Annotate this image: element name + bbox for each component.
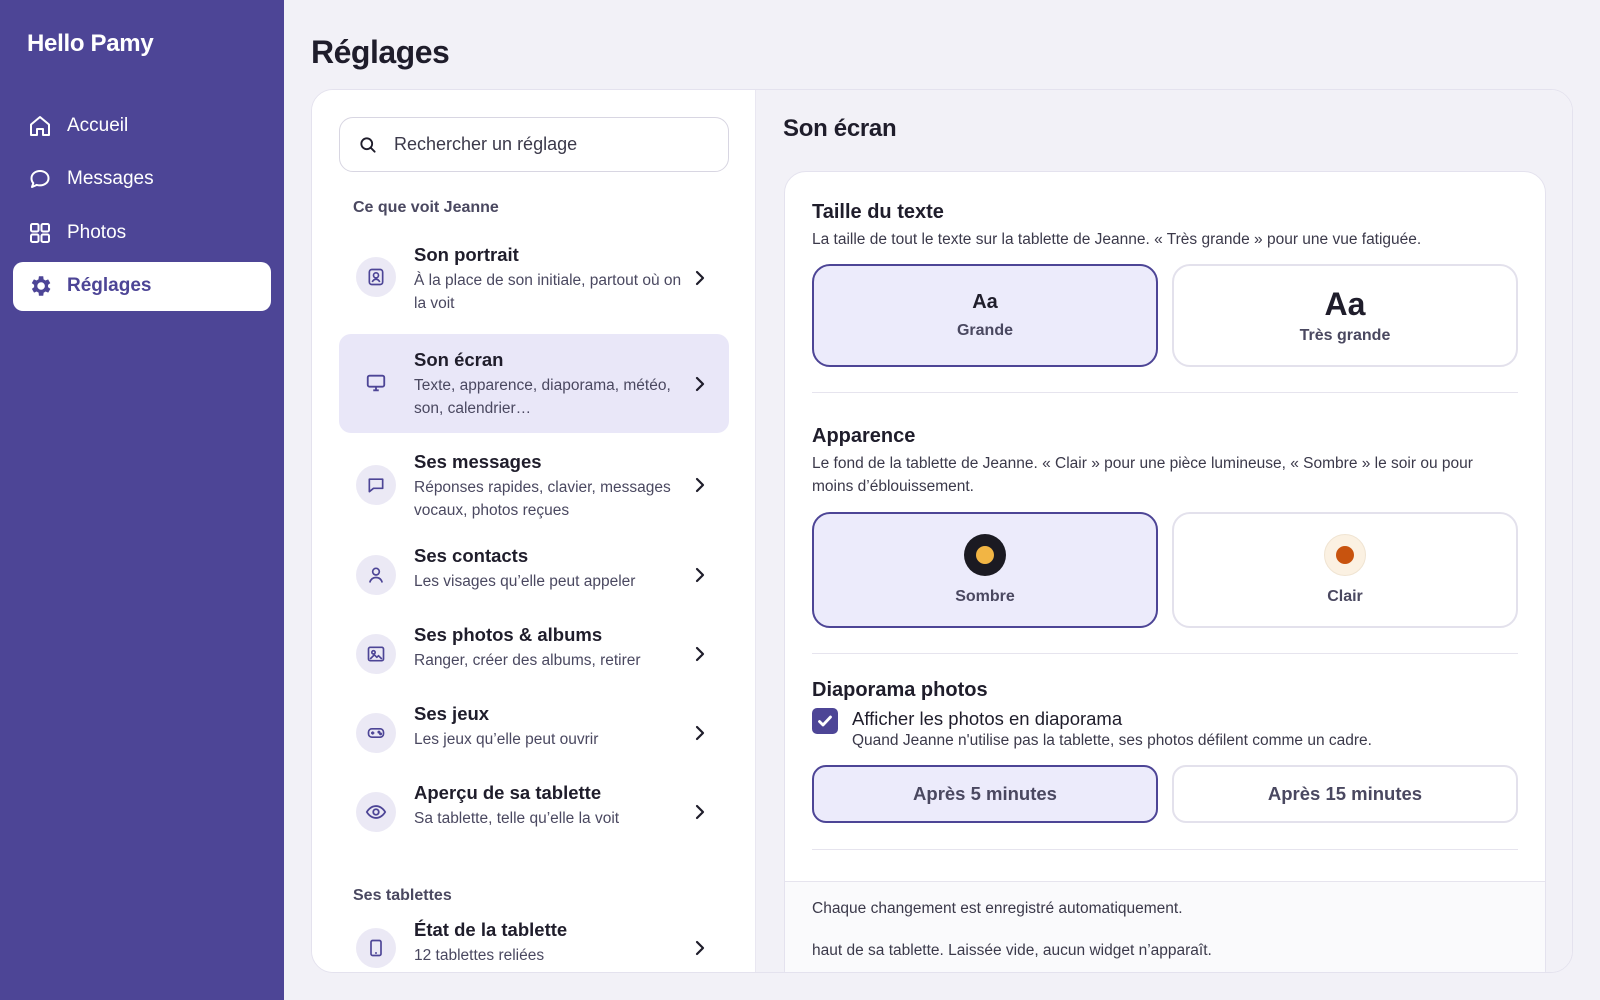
text-sample: Aa [1324,286,1366,322]
search-icon [358,135,378,155]
settings-panel: Ce que voit Jeanne Son portrait À la pla… [311,89,1573,973]
menu-item-title: État de la tablette [414,919,568,940]
sidebar-item-label: Réglages [67,275,152,296]
menu-item-desc: Sa tablette, telle qu’elle la voit [414,810,620,827]
text-size-desc: La taille de tout le texte sur la tablet… [812,231,1422,248]
detail-title: Son écran [783,115,897,142]
monitor-icon [356,363,396,403]
chevron-right-icon [693,803,707,821]
sidebar-item-photos[interactable]: Photos [13,208,271,257]
home-icon [27,113,53,139]
message-icon [356,465,396,505]
chevron-right-icon [693,269,707,287]
menu-item-desc: Ranger, créer des albums, retirer [414,652,641,669]
menu-item-desc: Réponses rapides, clavier, messages voca… [414,479,671,519]
text-sample: Aa [972,291,998,313]
sidebar-item-label: Messages [67,168,154,189]
autosave-note: Chaque changement est enregistré automat… [812,900,1183,917]
chat-bubble-icon [27,166,53,192]
text-size-title: Taille du texte [812,201,944,223]
divider [812,392,1518,393]
menu-item-desc: Les visages qu’elle peut appeler [414,573,636,590]
option-label: Très grande [1299,327,1391,344]
person-icon [356,555,396,595]
grid-icon [27,220,53,246]
menu-item-ses-messages[interactable]: Ses messages Réponses rapides, clavier, … [339,436,729,532]
menu-item-son-portrait[interactable]: Son portrait À la place de son initiale,… [339,231,729,325]
sidebar-nav: Accueil Messages Photos Réglages [13,101,271,315]
widget-note: haut de sa tablette. Laissée vide, aucun… [812,942,1212,959]
menu-item-title: Aperçu de sa tablette [414,782,602,803]
slideshow-checkbox[interactable] [812,708,838,734]
menu-item-title: Son portrait [414,244,519,265]
sidebar-item-label: Photos [67,221,127,243]
image-icon [356,634,396,674]
menu-item-ses-contacts[interactable]: Ses contacts Les visages qu’elle peut ap… [339,538,729,610]
divider [812,849,1518,850]
appearance-title: Apparence [812,425,916,447]
appearance-desc: Le fond de la tablette de Jeanne. « Clai… [812,455,1473,495]
sidebar-item-messages[interactable]: Messages [13,155,271,204]
text-size-option-grande[interactable]: Aa Grande [812,264,1158,367]
checkmark-icon [818,715,832,727]
menu-item-title: Ses jeux [414,703,490,724]
page-title: Réglages [311,34,450,70]
appearance-option-sombre[interactable]: Sombre [812,512,1158,628]
divider [812,653,1518,654]
sidebar-item-accueil[interactable]: Accueil [13,101,271,150]
search-box[interactable] [339,117,729,172]
menu-item-desc: 12 tablettes reliées [414,947,545,964]
card-footer: Chaque changement est enregistré automat… [785,881,1545,972]
menu-item-etat-tablette[interactable]: État de la tablette 12 tablettes reliées [339,916,729,972]
menu-item-ses-jeux[interactable]: Ses jeux Les jeux qu’elle peut ouvrir [339,696,729,768]
section-label-ses-tablettes: Ses tablettes [353,887,452,904]
option-label: Grande [956,322,1013,339]
tablet-icon [356,928,396,968]
sun-light-icon [1324,534,1366,576]
settings-menu: Ce que voit Jeanne Son portrait À la pla… [312,90,756,972]
sidebar-item-reglages[interactable]: Réglages [13,261,271,311]
chevron-right-icon [693,645,707,663]
chevron-right-icon [693,566,707,584]
menu-item-desc: Texte, apparence, diaporama, météo, son,… [414,377,671,417]
eye-icon [356,792,396,832]
moon-dark-icon [964,534,1006,576]
section-label-ce-que-voit: Ce que voit Jeanne [353,199,499,216]
slideshow-title: Diaporama photos [812,679,988,701]
slideshow-checkbox-label[interactable]: Afficher les photos en diaporama [852,708,1122,730]
menu-item-desc: Les jeux qu’elle peut ouvrir [414,731,599,748]
gamepad-icon [356,713,396,753]
slideshow-delay-5min[interactable]: Après 5 minutes [812,765,1158,823]
slideshow-checkbox-desc: Quand Jeanne n'utilise pas la tablette, … [852,732,1372,749]
chevron-right-icon [693,939,707,957]
menu-item-son-ecran[interactable]: Son écran Texte, apparence, diaporama, m… [339,334,729,433]
option-label: Clair [1327,588,1363,605]
brand-logo: Hello Pamy [27,30,154,57]
slideshow-delay-15min[interactable]: Après 15 minutes [1172,765,1518,823]
option-label: Sombre [955,588,1015,605]
menu-item-ses-photos-albums[interactable]: Ses photos & albums Ranger, créer des al… [339,617,729,689]
screen-settings-card: Taille du texte La taille de tout le tex… [784,171,1546,972]
chevron-right-icon [693,375,707,393]
menu-item-title: Ses messages [414,451,542,472]
text-size-option-tres-grande[interactable]: Aa Très grande [1172,264,1518,367]
portrait-icon [356,257,396,297]
chevron-right-icon [693,724,707,742]
menu-item-apercu-tablette[interactable]: Aperçu de sa tablette Sa tablette, telle… [339,775,729,847]
search-input[interactable] [394,134,714,155]
sidebar: Hello Pamy Accueil Messages Photos Régla… [0,0,284,1000]
chevron-right-icon [693,476,707,494]
menu-item-title: Ses photos & albums [414,624,603,645]
sidebar-item-label: Accueil [67,114,129,136]
menu-item-desc: À la place de son initiale, partout où o… [414,272,682,312]
gear-icon [27,273,53,299]
menu-item-title: Son écran [414,349,504,370]
menu-item-title: Ses contacts [414,545,529,566]
settings-detail: Son écran Taille du texte La taille de t… [756,90,1572,972]
appearance-option-clair[interactable]: Clair [1172,512,1518,628]
